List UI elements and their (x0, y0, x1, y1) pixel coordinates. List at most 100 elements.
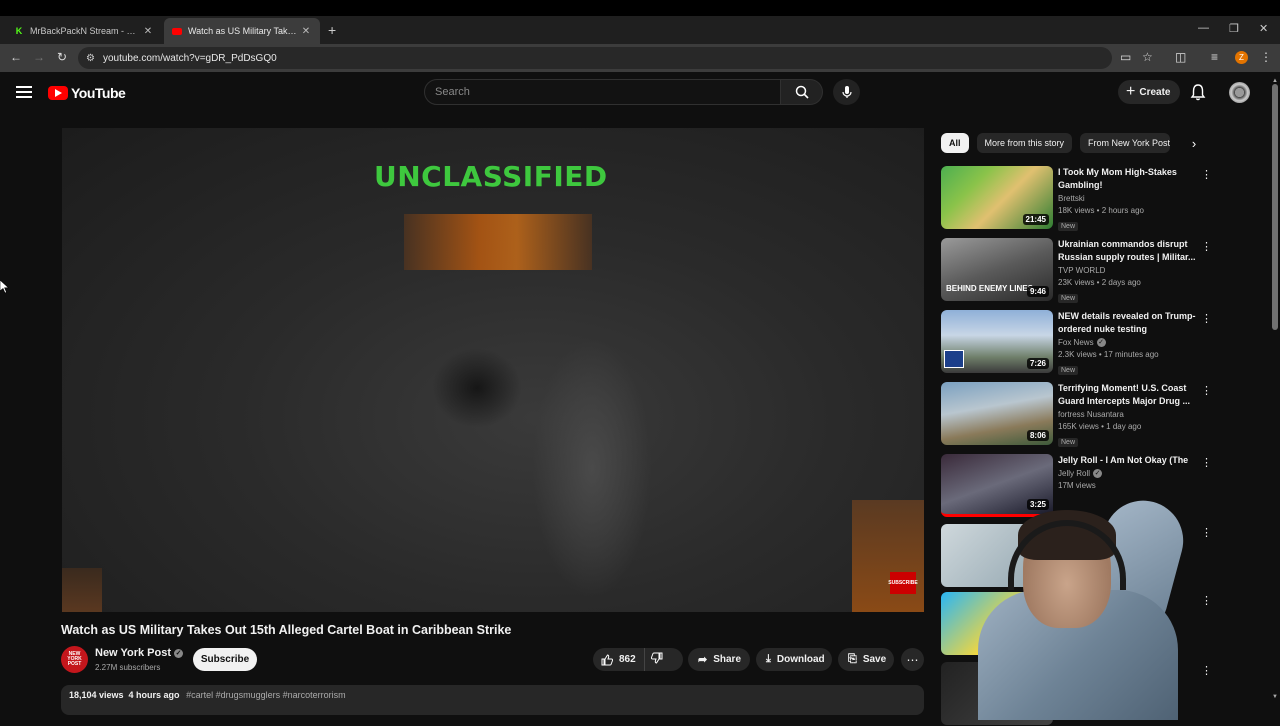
browser-tab-youtube[interactable]: Watch as US Military Takes Out ✕ (164, 18, 320, 44)
reload-icon[interactable]: ↻ (57, 50, 67, 64)
minimize-icon[interactable]: — (1198, 22, 1209, 34)
like-dislike-group: 862 (593, 648, 683, 671)
reco-channel[interactable]: TVP WORLD (1058, 266, 1196, 275)
close-tab-icon[interactable]: ✕ (142, 26, 154, 37)
recommendation-item[interactable]: 8:06 Terrifying Moment! U.S. Coast Guard… (941, 382, 1212, 447)
youtube-icon (172, 26, 182, 36)
reco-meta: 2.3K views • 17 minutes ago (1058, 350, 1159, 359)
search-box[interactable] (424, 79, 781, 105)
verified-badge-icon: ✓ (1093, 469, 1103, 478)
reco-channel[interactable]: Jelly Roll (1058, 469, 1090, 478)
site-info-icon[interactable]: ⚙ (86, 53, 95, 64)
share-button[interactable]: ➦ Share (688, 648, 750, 671)
duration-badge: 21:45 (1022, 214, 1049, 225)
mouse-cursor-icon (0, 280, 9, 294)
bell-icon (1190, 84, 1206, 101)
notifications-button[interactable] (1190, 83, 1206, 106)
download-button[interactable]: ⤓ Download (756, 648, 832, 671)
kebab-menu-icon[interactable]: ⋮ (1201, 594, 1212, 607)
chip-more-from-story[interactable]: More from this story (976, 133, 1073, 153)
dislike-button[interactable] (645, 652, 669, 667)
reco-title[interactable]: Jelly Roll - I Am Not Okay (The (1058, 454, 1196, 467)
scroll-down-icon[interactable]: ▼ (1272, 694, 1278, 700)
like-count: 862 (619, 654, 636, 665)
video-thumbnail[interactable]: 7:26 (941, 310, 1053, 373)
forward-icon[interactable]: → (33, 50, 45, 64)
reco-title[interactable]: I Took My Mom High-Stakes Gambling! (1058, 166, 1196, 192)
page-scrollbar[interactable] (1270, 72, 1280, 720)
sidebar-icon[interactable]: ◫ (1175, 50, 1186, 64)
hashtags[interactable]: #cartel #drugsmugglers #narcoterrorism (186, 690, 346, 700)
account-avatar[interactable] (1229, 82, 1250, 103)
more-actions-button[interactable]: ⋯ (901, 648, 924, 671)
new-badge: New (1058, 366, 1079, 375)
thumbs-down-icon (650, 652, 663, 664)
hamburger-menu-icon[interactable] (16, 86, 32, 98)
close-tab-icon[interactable]: ✕ (300, 26, 312, 37)
video-thumbnail[interactable]: 8:06 (941, 382, 1053, 445)
kebab-menu-icon[interactable]: ⋮ (1201, 664, 1212, 677)
scroll-up-icon[interactable]: ▲ (1272, 78, 1278, 84)
video-title: Watch as US Military Takes Out 15th Alle… (61, 623, 512, 637)
reco-title[interactable]: Ukrainian commandos disrupt Russian supp… (1058, 238, 1196, 264)
kick-icon: K (15, 26, 23, 36)
reco-channel-row[interactable]: Jelly Roll ✓ (1058, 469, 1196, 478)
like-button[interactable]: 862 (593, 648, 645, 671)
maximize-icon[interactable]: ❐ (1229, 22, 1239, 35)
video-thumbnail[interactable]: 21:45 (941, 166, 1053, 229)
subscribe-button[interactable]: Subscribe (193, 648, 257, 671)
tab-title: MrBackPackN Stream - Watch l (30, 26, 142, 36)
reco-channel[interactable]: fortress Nusantara (1058, 410, 1196, 419)
video-thumbnail[interactable]: BEHIND ENEMY LINES 9:46 (941, 238, 1053, 301)
chip-from-channel[interactable]: From New York Post (1080, 133, 1171, 153)
reco-channel[interactable]: Fox News (1058, 338, 1094, 347)
recommendation-item[interactable]: 7:26 NEW details revealed on Trump-order… (941, 310, 1212, 375)
video-overlay-text: UNCLASSIFIED (374, 160, 608, 193)
address-bar[interactable]: ⚙ youtube.com/watch?v=gDR_PdDsGQ0 (78, 47, 1112, 69)
channel-name-row[interactable]: New York Post ✓ (95, 647, 184, 659)
new-tab-icon[interactable]: + (328, 22, 336, 38)
recommendation-item[interactable]: BEHIND ENEMY LINES 9:46 Ukrainian comman… (941, 238, 1212, 303)
video-player[interactable]: UNCLASSIFIED SUBSCRIBE (62, 128, 924, 612)
voice-search-button[interactable] (833, 79, 860, 105)
microphone-icon (841, 86, 852, 98)
kebab-menu-icon[interactable]: ⋮ (1201, 526, 1212, 539)
save-button[interactable]: ⎘ Save (838, 648, 894, 671)
reco-meta: 23K views • 2 days ago (1058, 278, 1141, 287)
create-button[interactable]: + Create (1118, 80, 1181, 104)
reco-title[interactable]: NEW details revealed on Trump-ordered nu… (1058, 310, 1196, 336)
search-input[interactable] (435, 86, 780, 98)
download-icon: ⤓ (766, 653, 771, 665)
chevron-right-icon[interactable]: › (1184, 133, 1204, 153)
thumbs-up-icon (601, 653, 613, 665)
chip-all[interactable]: All (941, 133, 969, 153)
kebab-menu-icon[interactable]: ⋮ (1201, 384, 1212, 397)
browser-tab-kick[interactable]: K MrBackPackN Stream - Watch l ✕ (6, 18, 162, 44)
scrollbar-thumb[interactable] (1272, 84, 1278, 330)
video-frame-glow (852, 500, 924, 612)
subscribe-watermark[interactable]: SUBSCRIBE (888, 572, 918, 594)
recommendation-item[interactable]: 21:45 I Took My Mom High-Stakes Gambling… (941, 166, 1212, 231)
menu-kebab-icon[interactable]: ⋮ (1260, 50, 1272, 64)
reco-channel-row[interactable]: Fox News ✓ (1058, 338, 1196, 347)
back-icon[interactable]: ← (10, 50, 22, 64)
media-icon[interactable]: ≡ (1211, 50, 1218, 64)
reco-channel[interactable]: Brettski (1058, 194, 1196, 203)
save-label: Save (862, 654, 887, 665)
close-window-icon[interactable]: ✕ (1259, 22, 1268, 35)
search-button[interactable] (781, 79, 823, 105)
bookmark-star-icon[interactable]: ☆ (1142, 50, 1153, 64)
kebab-menu-icon[interactable]: ⋮ (1201, 168, 1212, 181)
profile-avatar[interactable]: Z (1235, 51, 1248, 64)
youtube-logo[interactable]: YouTube (48, 85, 126, 101)
channel-name[interactable]: New York Post (95, 647, 171, 659)
install-icon[interactable]: ▭ (1120, 50, 1131, 64)
kebab-menu-icon[interactable]: ⋮ (1201, 456, 1212, 469)
channel-avatar[interactable]: NEW YORK POST (61, 646, 88, 673)
reco-title[interactable]: Terrifying Moment! U.S. Coast Guard Inte… (1058, 382, 1196, 408)
description-box[interactable]: 18,104 views 4 hours ago #cartel #drugsm… (61, 685, 924, 715)
kebab-menu-icon[interactable]: ⋮ (1201, 240, 1212, 253)
reco-meta: 18K views • 2 hours ago (1058, 206, 1144, 215)
new-badge: New (1058, 294, 1079, 303)
kebab-menu-icon[interactable]: ⋮ (1201, 312, 1212, 325)
